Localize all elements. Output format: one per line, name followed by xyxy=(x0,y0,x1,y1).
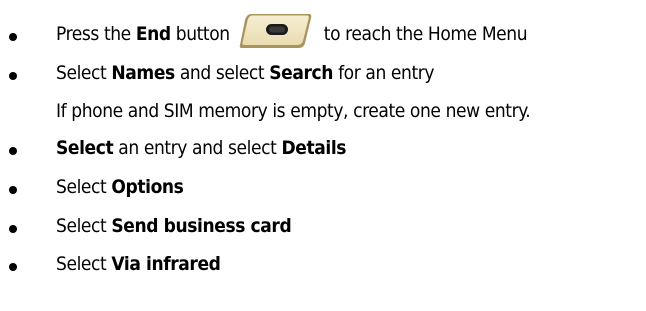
list-item-text: Select Via infrared xyxy=(56,248,221,280)
text-run: to reach the Home Menu xyxy=(318,23,528,45)
instruction-list: Press the End button to reach the Home M… xyxy=(0,0,646,311)
bold-term: Select xyxy=(56,137,114,159)
text-run: button xyxy=(170,23,235,45)
list-item-text: If phone and SIM memory is empty, create… xyxy=(56,95,531,127)
bullet-icon xyxy=(9,263,17,271)
text-run: and select xyxy=(174,62,270,84)
bold-term: End xyxy=(135,23,171,45)
bullet-icon xyxy=(9,72,17,80)
list-item-text: Select Names and select Search for an en… xyxy=(56,57,435,89)
text-run: If phone and SIM memory is empty, create… xyxy=(56,100,531,122)
bold-term: Details xyxy=(281,137,347,159)
list-item-text: Select Send business card xyxy=(56,210,292,242)
end-key-icon xyxy=(239,12,313,50)
bullet-icon xyxy=(9,147,17,155)
bold-term: Send business card xyxy=(111,215,292,237)
text-run: Select xyxy=(56,176,112,198)
bullet-icon xyxy=(9,186,17,194)
bold-term: Options xyxy=(111,176,184,198)
bold-term: Names xyxy=(111,62,175,84)
text-run: Select xyxy=(56,62,112,84)
text-run: Select xyxy=(56,215,112,237)
list-item-text: Select an entry and select Details xyxy=(56,132,346,164)
text-run: for an entry xyxy=(333,62,435,84)
bold-term: Search xyxy=(269,62,334,84)
bullet-icon xyxy=(9,33,17,41)
text-run: Select xyxy=(56,253,112,275)
list-item-text: Select Options xyxy=(56,171,184,203)
bullet-icon xyxy=(9,225,17,233)
list-item-text: Press the End button to reach the Home M… xyxy=(56,13,528,50)
bold-term: Via infrared xyxy=(111,253,221,275)
text-run: an entry and select xyxy=(113,137,282,159)
text-run: Press the xyxy=(56,23,136,45)
